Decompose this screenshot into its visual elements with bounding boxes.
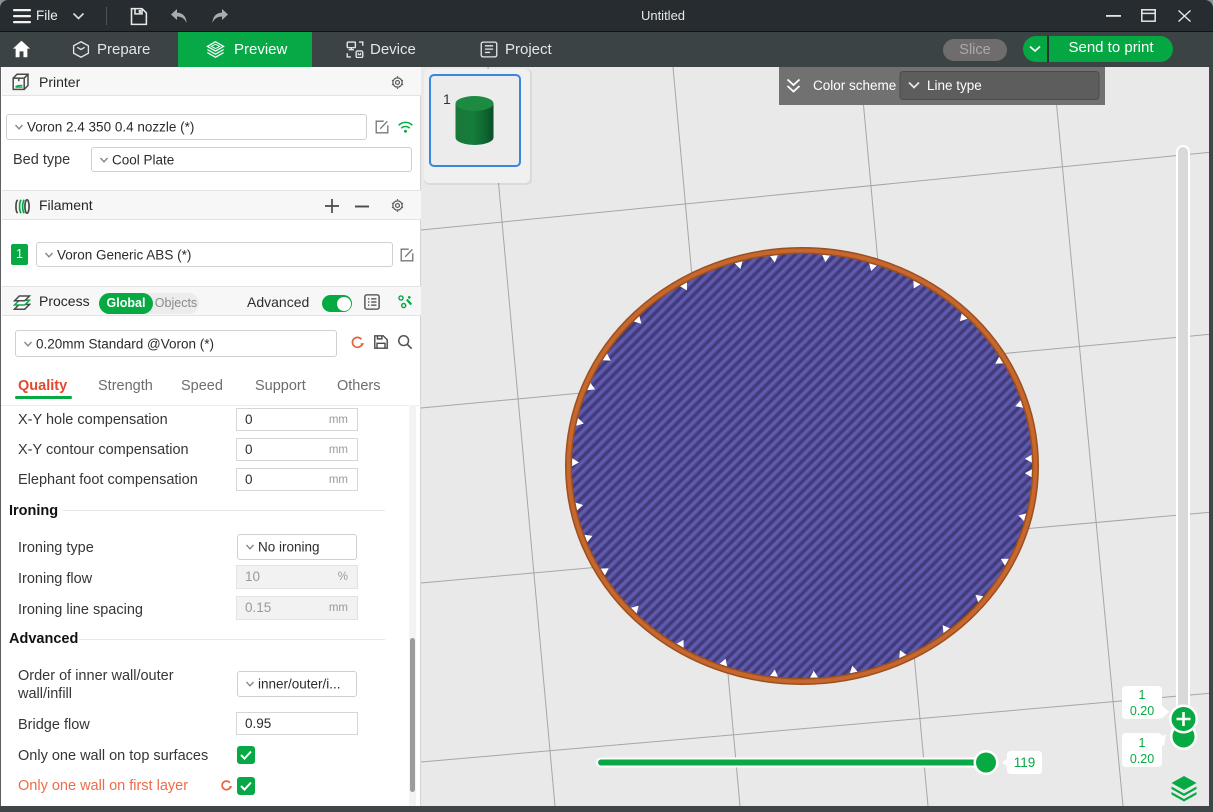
svg-text:0.20: 0.20 xyxy=(1130,752,1154,766)
svg-text:1: 1 xyxy=(1139,688,1146,702)
svg-text:1: 1 xyxy=(1139,736,1146,750)
svg-text:Line type: Line type xyxy=(927,78,982,93)
svg-text:0.20: 0.20 xyxy=(1130,704,1154,718)
svg-text:Color scheme: Color scheme xyxy=(813,78,896,93)
svg-text:1: 1 xyxy=(443,91,451,107)
svg-text:119: 119 xyxy=(1014,755,1036,770)
